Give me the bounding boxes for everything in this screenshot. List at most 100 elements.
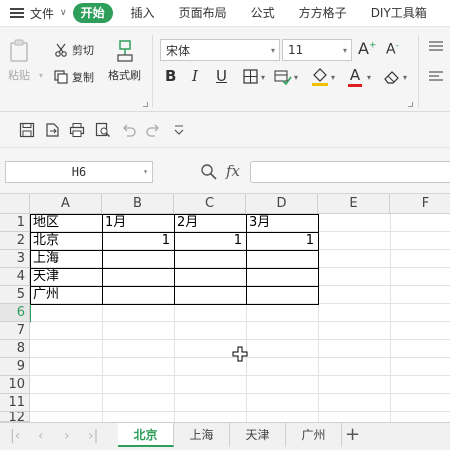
select-all-corner[interactable]	[0, 194, 30, 214]
row-header-5[interactable]: 5	[0, 286, 30, 304]
underline-button[interactable]: U	[216, 67, 227, 85]
chevron-down-icon[interactable]: ▾	[403, 73, 407, 82]
column-header-b[interactable]: B	[102, 194, 174, 214]
row-header-4[interactable]: 4	[0, 268, 30, 286]
undo-icon[interactable]	[121, 122, 137, 138]
zoom-search-icon[interactable]	[200, 163, 218, 181]
cell-a2[interactable]: 北京	[31, 232, 101, 250]
font-dialog-launcher[interactable]	[408, 102, 413, 107]
format-painter-button[interactable]: 格式刷	[108, 39, 141, 83]
cell-d2[interactable]: 1	[247, 232, 316, 250]
paste-button[interactable]: 粘贴	[8, 39, 30, 83]
paste-icon	[10, 39, 28, 62]
format-painter-icon	[116, 40, 133, 62]
italic-button[interactable]: I	[192, 67, 198, 85]
column-header-c[interactable]: C	[174, 194, 246, 214]
row-header-7[interactable]: 7	[0, 322, 30, 340]
cell-a4[interactable]: 天津	[31, 268, 101, 286]
customize-toolbar-icon[interactable]	[171, 122, 187, 138]
row-header-12[interactable]: 12	[0, 412, 30, 422]
chevron-down-icon: ▾	[342, 46, 347, 55]
redo-icon[interactable]	[145, 122, 161, 138]
cell-style-icon[interactable]	[274, 69, 292, 85]
paste-dropdown-icon[interactable]: ▾	[39, 71, 43, 80]
chevron-down-icon[interactable]: ▾	[367, 73, 371, 82]
chevron-down-icon: ∨	[60, 8, 67, 18]
ribbon-divider	[418, 35, 419, 107]
print-icon[interactable]	[69, 122, 85, 138]
cell-cursor-icon	[232, 346, 248, 362]
row-header-11[interactable]: 11	[0, 394, 30, 412]
prev-sheet-icon[interactable]: ‹	[38, 428, 44, 444]
output-pdf-icon[interactable]	[45, 122, 61, 138]
cell-c2[interactable]: 1	[175, 232, 244, 250]
row-header-10[interactable]: 10	[0, 376, 30, 394]
align-top-icon[interactable]	[428, 41, 444, 53]
name-box[interactable]: H6 ▾	[5, 161, 153, 183]
decrease-font-icon: A	[386, 41, 396, 58]
chevron-down-icon[interactable]: ▾	[331, 73, 335, 82]
save-icon[interactable]	[19, 122, 35, 138]
row-header-1[interactable]: 1	[0, 214, 30, 232]
file-menu[interactable]: 文件 ∨	[0, 0, 67, 26]
cell-a1[interactable]: 地区	[31, 214, 101, 232]
fill-color-icon[interactable]	[311, 67, 329, 87]
bold-button[interactable]: B	[165, 67, 176, 85]
sheet-tab-beijing[interactable]: 北京	[118, 423, 174, 447]
file-menu-label: 文件	[30, 6, 55, 21]
row-header-3[interactable]: 3	[0, 250, 30, 268]
tab-formulas[interactable]: 公式	[239, 0, 287, 26]
tab-diy-toolbox[interactable]: DIY工具箱	[359, 0, 439, 26]
name-box-value: H6	[71, 165, 87, 179]
font-name-select[interactable]: 宋体 ▾	[160, 39, 280, 61]
font-name-value: 宋体	[166, 43, 191, 58]
tab-fangfang[interactable]: 方方格子	[287, 0, 359, 26]
font-color-button[interactable]: A	[347, 66, 363, 87]
column-header-f[interactable]: F	[390, 194, 450, 214]
ribbon-divider	[152, 35, 153, 107]
clipboard-dialog-launcher[interactable]	[143, 102, 148, 107]
cut-button[interactable]: 剪切	[54, 42, 94, 58]
scissors-icon	[55, 43, 67, 57]
column-header-d[interactable]: D	[246, 194, 318, 214]
copy-button[interactable]: 复制	[54, 69, 94, 85]
sheet-tab-shanghai[interactable]: 上海	[174, 423, 230, 447]
column-header-a[interactable]: A	[30, 194, 102, 214]
row-header-2[interactable]: 2	[0, 232, 30, 250]
next-sheet-icon[interactable]: ›	[64, 428, 70, 444]
tab-home[interactable]: 开始	[72, 3, 113, 23]
tab-page-layout[interactable]: 页面布局	[167, 0, 239, 26]
row-header-8[interactable]: 8	[0, 340, 30, 358]
row-header-6[interactable]: 6	[0, 304, 30, 322]
last-sheet-icon[interactable]: ›|	[88, 428, 98, 444]
borders-icon[interactable]	[243, 69, 259, 85]
insert-function-button[interactable]: fx	[226, 162, 240, 180]
cell-b2[interactable]: 1	[103, 232, 172, 250]
chevron-down-icon: ▾	[143, 167, 148, 176]
formula-input[interactable]	[250, 161, 450, 183]
ribbon-tab-bar: 文件 ∨ 开始 插入 页面布局 公式 方方格子 DIY工具箱	[0, 0, 450, 26]
cell-c1[interactable]: 2月	[175, 214, 245, 232]
first-sheet-icon[interactable]: |‹	[10, 428, 20, 444]
font-size-select[interactable]: 11 ▾	[282, 39, 352, 61]
cell-a5[interactable]: 广州	[31, 286, 101, 304]
increase-font-button[interactable]: A+	[358, 39, 377, 58]
sheet-tab-tianjin[interactable]: 天津	[230, 423, 286, 447]
chevron-down-icon[interactable]: ▾	[294, 73, 298, 82]
add-sheet-button[interactable]: +	[345, 424, 360, 445]
column-header-e[interactable]: E	[318, 194, 390, 214]
align-left-icon[interactable]	[428, 71, 444, 83]
cell-d1[interactable]: 3月	[247, 214, 317, 232]
copy-icon	[54, 70, 68, 84]
tab-insert[interactable]: 插入	[119, 0, 167, 26]
ribbon-panel: 粘贴 ▾ 剪切 复制 格式刷 宋体 ▾ 11 ▾ A+ A- B I U ▾ ▾…	[0, 26, 450, 112]
cell-b1[interactable]: 1月	[103, 214, 173, 232]
chevron-down-icon[interactable]: ▾	[261, 73, 265, 82]
quick-access-toolbar	[0, 112, 450, 148]
print-preview-icon[interactable]	[95, 122, 111, 138]
sheet-tab-guangzhou[interactable]: 广州	[286, 423, 342, 447]
decrease-font-button[interactable]: A-	[386, 41, 399, 58]
eraser-icon[interactable]	[383, 69, 401, 85]
row-header-9[interactable]: 9	[0, 358, 30, 376]
cell-a3[interactable]: 上海	[31, 250, 101, 268]
